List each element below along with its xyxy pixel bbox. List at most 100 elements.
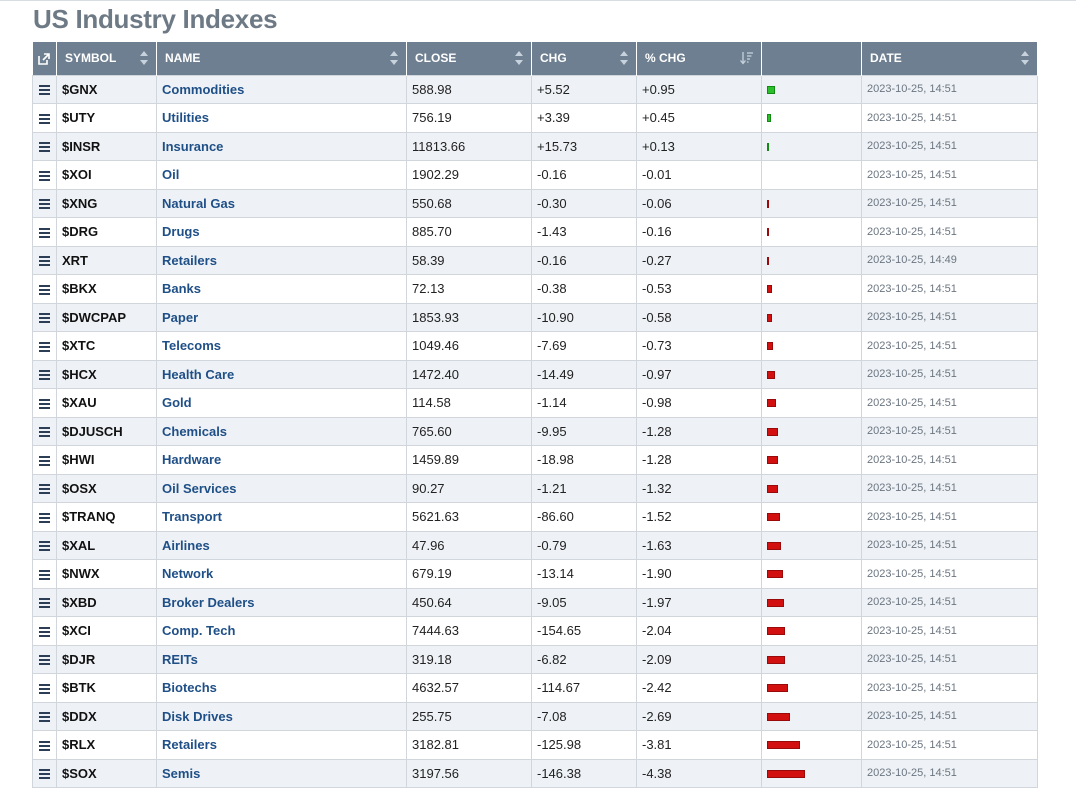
name-link[interactable]: Oil Services [162, 481, 236, 496]
sort-icon[interactable] [1021, 51, 1030, 65]
table-row[interactable]: $DDX Disk Drives 255.75 -7.08 -2.69 2023-10-2… [32, 701, 1038, 731]
hamburger-menu-icon[interactable] [39, 427, 50, 438]
row-menu-cell[interactable] [32, 103, 57, 133]
hamburger-menu-icon[interactable] [39, 740, 50, 751]
column-header-date[interactable]: DATE [861, 42, 1038, 75]
sort-descending-icon[interactable] [740, 51, 754, 65]
table-row[interactable]: $OSX Oil Services 90.27 -1.21 -1.32 2023-10-2… [32, 473, 1038, 503]
name-link[interactable]: Commodities [162, 82, 244, 97]
hamburger-menu-icon[interactable] [39, 227, 50, 238]
table-row[interactable]: $XOI Oil 1902.29 -0.16 -0.01 2023-10-25, 14:5… [32, 160, 1038, 190]
hamburger-menu-icon[interactable] [39, 598, 50, 609]
name-link[interactable]: Utilities [162, 110, 209, 125]
row-menu-cell[interactable] [32, 388, 57, 418]
hamburger-menu-icon[interactable] [39, 85, 50, 96]
name-link[interactable]: Broker Dealers [162, 595, 255, 610]
name-link[interactable]: Retailers [162, 253, 217, 268]
hamburger-menu-icon[interactable] [39, 683, 50, 694]
row-menu-cell[interactable] [32, 587, 57, 617]
table-row[interactable]: $BTK Biotechs 4632.57 -114.67 -2.42 2023-10-2… [32, 673, 1038, 703]
name-link[interactable]: Hardware [162, 452, 221, 467]
hamburger-menu-icon[interactable] [39, 769, 50, 780]
table-row[interactable]: $DJR REITs 319.18 -6.82 -2.09 2023-10-25, 14:… [32, 644, 1038, 674]
row-menu-cell[interactable] [32, 616, 57, 646]
hamburger-menu-icon[interactable] [39, 370, 50, 381]
hamburger-menu-icon[interactable] [39, 569, 50, 580]
name-link[interactable]: Comp. Tech [162, 623, 235, 638]
row-menu-cell[interactable] [32, 359, 57, 389]
row-menu-cell[interactable] [32, 473, 57, 503]
name-link[interactable]: Network [162, 566, 213, 581]
name-link[interactable]: Airlines [162, 538, 210, 553]
row-menu-cell[interactable] [32, 673, 57, 703]
row-menu-cell[interactable] [32, 302, 57, 332]
row-menu-cell[interactable] [32, 331, 57, 361]
table-row[interactable]: $INSR Insurance 11813.66 +15.73 +0.13 2023-10… [32, 131, 1038, 161]
row-menu-cell[interactable] [32, 701, 57, 731]
table-row[interactable]: $SOX Semis 3197.56 -146.38 -4.38 2023-10-25, … [32, 758, 1038, 788]
hamburger-menu-icon[interactable] [39, 199, 50, 210]
row-menu-cell[interactable] [32, 445, 57, 475]
name-link[interactable]: Transport [162, 509, 222, 524]
name-link[interactable]: Paper [162, 310, 198, 325]
table-row[interactable]: $XAL Airlines 47.96 -0.79 -1.63 2023-10-25, 1… [32, 530, 1038, 560]
table-row[interactable]: $XAU Gold 114.58 -1.14 -0.98 2023-10-25, 14:5… [32, 388, 1038, 418]
hamburger-menu-icon[interactable] [39, 256, 50, 267]
row-menu-cell[interactable] [32, 245, 57, 275]
row-menu-cell[interactable] [32, 416, 57, 446]
column-header-symbol[interactable]: SYMBOL [56, 42, 157, 75]
table-row[interactable]: $HCX Health Care 1472.40 -14.49 -0.97 2023-10… [32, 359, 1038, 389]
row-menu-cell[interactable] [32, 559, 57, 589]
name-link[interactable]: Oil [162, 167, 179, 182]
sort-icon[interactable] [390, 51, 399, 65]
column-header-name[interactable]: NAME [156, 42, 407, 75]
table-row[interactable]: $RLX Retailers 3182.81 -125.98 -3.81 2023-10-… [32, 730, 1038, 760]
row-menu-cell[interactable] [32, 131, 57, 161]
name-link[interactable]: Drugs [162, 224, 200, 239]
name-link[interactable]: Insurance [162, 139, 223, 154]
table-row[interactable]: $GNX Commodities 588.98 +5.52 +0.95 2023-10-2… [32, 74, 1038, 104]
name-link[interactable]: Banks [162, 281, 201, 296]
hamburger-menu-icon[interactable] [39, 484, 50, 495]
name-link[interactable]: Chemicals [162, 424, 227, 439]
table-row[interactable]: $XTC Telecoms 1049.46 -7.69 -0.73 2023-10-25,… [32, 331, 1038, 361]
row-menu-cell[interactable] [32, 188, 57, 218]
table-row[interactable]: $XNG Natural Gas 550.68 -0.30 -0.06 2023-10-2… [32, 188, 1038, 218]
table-row[interactable]: $XCI Comp. Tech 7444.63 -154.65 -2.04 2023-10… [32, 616, 1038, 646]
hamburger-menu-icon[interactable] [39, 170, 50, 181]
hamburger-menu-icon[interactable] [39, 655, 50, 666]
popout-header-cell[interactable] [32, 42, 57, 75]
name-link[interactable]: Semis [162, 766, 200, 781]
table-row[interactable]: $TRANQ Transport 5621.63 -86.60 -1.52 2023-10… [32, 502, 1038, 532]
hamburger-menu-icon[interactable] [39, 455, 50, 466]
hamburger-menu-icon[interactable] [39, 313, 50, 324]
row-menu-cell[interactable] [32, 644, 57, 674]
row-menu-cell[interactable] [32, 217, 57, 247]
row-menu-cell[interactable] [32, 758, 57, 788]
hamburger-menu-icon[interactable] [39, 398, 50, 409]
hamburger-menu-icon[interactable] [39, 142, 50, 153]
name-link[interactable]: Gold [162, 395, 192, 410]
table-row[interactable]: $NWX Network 679.19 -13.14 -1.90 2023-10-25, … [32, 559, 1038, 589]
table-row[interactable]: XRT Retailers 58.39 -0.16 -0.27 2023-10-25, 1… [32, 245, 1038, 275]
name-link[interactable]: Telecoms [162, 338, 221, 353]
table-row[interactable]: $BKX Banks 72.13 -0.38 -0.53 2023-10-25, 14:5… [32, 274, 1038, 304]
row-menu-cell[interactable] [32, 730, 57, 760]
column-header-chg[interactable]: CHG [531, 42, 637, 75]
table-row[interactable]: $UTY Utilities 756.19 +3.39 +0.45 2023-10-25,… [32, 103, 1038, 133]
row-menu-cell[interactable] [32, 274, 57, 304]
hamburger-menu-icon[interactable] [39, 113, 50, 124]
name-link[interactable]: Natural Gas [162, 196, 235, 211]
name-link[interactable]: Disk Drives [162, 709, 233, 724]
sort-icon[interactable] [515, 51, 524, 65]
row-menu-cell[interactable] [32, 160, 57, 190]
table-row[interactable]: $DRG Drugs 885.70 -1.43 -0.16 2023-10-25, 14:… [32, 217, 1038, 247]
name-link[interactable]: Biotechs [162, 680, 217, 695]
name-link[interactable]: Retailers [162, 737, 217, 752]
popout-icon[interactable] [38, 53, 51, 65]
row-menu-cell[interactable] [32, 530, 57, 560]
column-header-pct-chg[interactable]: % CHG [636, 42, 762, 75]
row-menu-cell[interactable] [32, 74, 57, 104]
hamburger-menu-icon[interactable] [39, 512, 50, 523]
table-row[interactable]: $DJUSCH Chemicals 765.60 -9.95 -1.28 2023-10-… [32, 416, 1038, 446]
